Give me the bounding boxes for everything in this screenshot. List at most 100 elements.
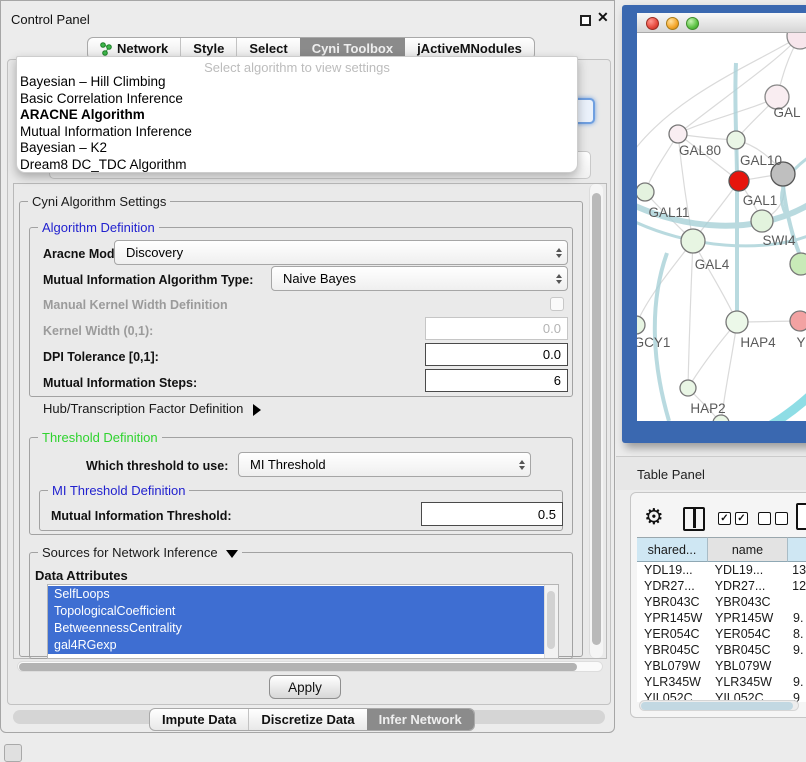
table-document-icon[interactable] [796, 503, 806, 530]
columns-icon[interactable] [683, 507, 705, 531]
network-graph [637, 33, 806, 421]
deselect-all-checks-icon[interactable] [758, 512, 788, 525]
cell: YLR345W [708, 675, 788, 689]
table-header-row: shared... name A [637, 537, 806, 562]
mi-algorithm-type-value: Naive Bayes [283, 271, 356, 286]
dpi-tolerance-field[interactable]: 0.0 [425, 343, 568, 366]
sources-legend-toggle[interactable]: Sources for Network Inference [38, 545, 242, 560]
cell: YPR145W [708, 611, 788, 625]
minimize-traffic-light-icon[interactable] [666, 17, 679, 30]
cell: YBL079W [708, 659, 788, 673]
select-all-checks-icon[interactable]: ✓ ✓ [718, 512, 748, 525]
mi-steps-value: 6 [554, 373, 561, 388]
list-item[interactable]: gal4RGexp [48, 637, 545, 654]
aracne-mode-combo[interactable]: Discovery [114, 240, 568, 265]
mi-steps-field[interactable]: 6 [425, 369, 568, 392]
node-label: Y [796, 335, 805, 350]
dropdown-item[interactable]: Dream8 DC_TDC Algorithm [19, 157, 575, 174]
dock-panel-icon[interactable] [4, 744, 22, 762]
cell: YBL079W [637, 659, 708, 673]
hub-definition-toggle[interactable]: Hub/Transcription Factor Definition [43, 401, 261, 416]
mi-algorithm-type-combo[interactable]: Naive Bayes [271, 266, 568, 291]
mi-threshold-value: 0.5 [538, 507, 556, 522]
column-header-name[interactable]: name [708, 537, 788, 562]
close-traffic-light-icon[interactable] [646, 17, 659, 30]
table-row[interactable]: YDL19...YDL19...13 [637, 562, 806, 578]
data-attributes-label: Data Attributes [35, 568, 128, 583]
network-window-titlebar[interactable] [637, 13, 806, 33]
cell: YPR145W [637, 611, 708, 625]
cell: 9. [788, 643, 803, 657]
tab-infer-network[interactable]: Infer Network [367, 709, 474, 730]
list-item[interactable]: TopologicalCoefficient [48, 603, 545, 620]
list-vertical-scrollbar-thumb[interactable] [547, 591, 555, 649]
column-header-partial[interactable]: A [788, 537, 806, 562]
checked-box-icon: ✓ [735, 512, 748, 525]
cell: YDR27... [708, 579, 788, 593]
cell: YDR27... [637, 579, 708, 593]
dropdown-item[interactable]: Basic Correlation Inference [19, 91, 575, 108]
node-label: GAL80 [679, 143, 721, 158]
node-label: HAP2 [690, 401, 725, 416]
zoom-traffic-light-icon[interactable] [686, 17, 699, 30]
gear-icon[interactable]: ⚙ [644, 504, 664, 530]
dropdown-item[interactable]: Mutual Information Inference [19, 124, 575, 141]
dropdown-item[interactable]: Bayesian – K2 [19, 140, 575, 157]
settings-vertical-scrollbar-thumb[interactable] [592, 193, 601, 645]
tab-impute-data[interactable]: Impute Data [150, 709, 248, 730]
mi-algorithm-type-label: Mutual Information Algorithm Type: [43, 273, 253, 287]
list-vertical-scrollbar[interactable] [544, 585, 558, 658]
table-row[interactable]: YBR043CYBR043C [637, 594, 806, 610]
cell: YDL19... [708, 563, 788, 577]
dpi-tolerance-value: 0.0 [543, 347, 561, 362]
tab-discretize-data[interactable]: Discretize Data [248, 709, 366, 730]
cell: YDL19... [637, 563, 708, 577]
dropdown-list: Bayesian – Hill Climbing Basic Correlati… [19, 74, 575, 174]
cell: YBR045C [637, 643, 708, 657]
table-row[interactable]: YLR345WYLR345W9. [637, 674, 806, 690]
table-row[interactable]: YER054CYER054C8. [637, 626, 806, 642]
tab-select-label: Select [249, 41, 287, 56]
dpi-tolerance-label: DPI Tolerance [0,1]: [43, 350, 159, 364]
network-canvas[interactable]: GAL GAL80 GAL10 GAL1 GAL11 SWI4 GAL4 GCY… [637, 33, 806, 421]
cell: 12 [787, 579, 806, 593]
dropdown-item-selected[interactable]: ARACNE Algorithm [19, 107, 575, 124]
list-item[interactable]: BetweennessCentrality [48, 620, 545, 637]
apply-button[interactable]: Apply [269, 675, 341, 699]
which-threshold-label: Which threshold to use: [86, 459, 228, 473]
column-header-shared-name[interactable]: shared... [637, 537, 708, 562]
mi-threshold-label: Mutual Information Threshold: [51, 509, 232, 523]
tab-jactivemnodules-label: jActiveMNodules [417, 41, 522, 56]
table-row[interactable]: YPR145WYPR145W9. [637, 610, 806, 626]
cell: YBR043C [708, 595, 788, 609]
list-item[interactable]: SelfLoops [48, 586, 545, 603]
settings-horizontal-scrollbar-thumb[interactable] [19, 663, 577, 671]
node-label: GCY1 [637, 335, 670, 350]
close-icon[interactable]: ✕ [597, 9, 609, 26]
mi-steps-label: Mutual Information Steps: [43, 376, 197, 390]
node-label: GAL11 [648, 205, 689, 220]
table-row[interactable]: YBR045CYBR045C9. [637, 642, 806, 658]
kernel-width-field[interactable]: 0.0 [425, 317, 568, 340]
cell: YER054C [708, 627, 788, 641]
aracne-mode-value: Discovery [126, 245, 183, 260]
kernel-width-label: Kernel Width (0,1): [43, 324, 153, 338]
node-label: GAL4 [695, 257, 730, 272]
tab-impute-data-label: Impute Data [162, 712, 236, 727]
mi-threshold-field[interactable]: 0.5 [421, 502, 563, 526]
table-horizontal-scrollbar-thumb[interactable] [641, 702, 793, 710]
algorithm-dropdown: Select algorithm to view settings Bayesi… [16, 56, 578, 173]
float-window-icon[interactable] [580, 15, 591, 26]
which-threshold-combo[interactable]: MI Threshold [238, 452, 531, 477]
dropdown-item[interactable]: Bayesian – Hill Climbing [19, 74, 575, 91]
collapse-down-icon [226, 550, 238, 558]
table-body[interactable]: YDL19...YDL19...13 YDR27...YDR27...12 YB… [637, 562, 806, 702]
table-row[interactable]: YBL079WYBL079W [637, 658, 806, 674]
screen: Control Panel ✕ Network Style Select Cyn… [0, 0, 806, 762]
data-attributes-list[interactable]: SelfLoops TopologicalCoefficient Between… [47, 584, 559, 659]
manual-kernel-width-checkbox[interactable] [550, 297, 564, 311]
spinner-icon [556, 248, 562, 258]
kernel-width-value: 0.0 [543, 321, 561, 336]
table-row[interactable]: YDR27...YDR27...12 [637, 578, 806, 594]
tab-network-label: Network [117, 41, 168, 56]
